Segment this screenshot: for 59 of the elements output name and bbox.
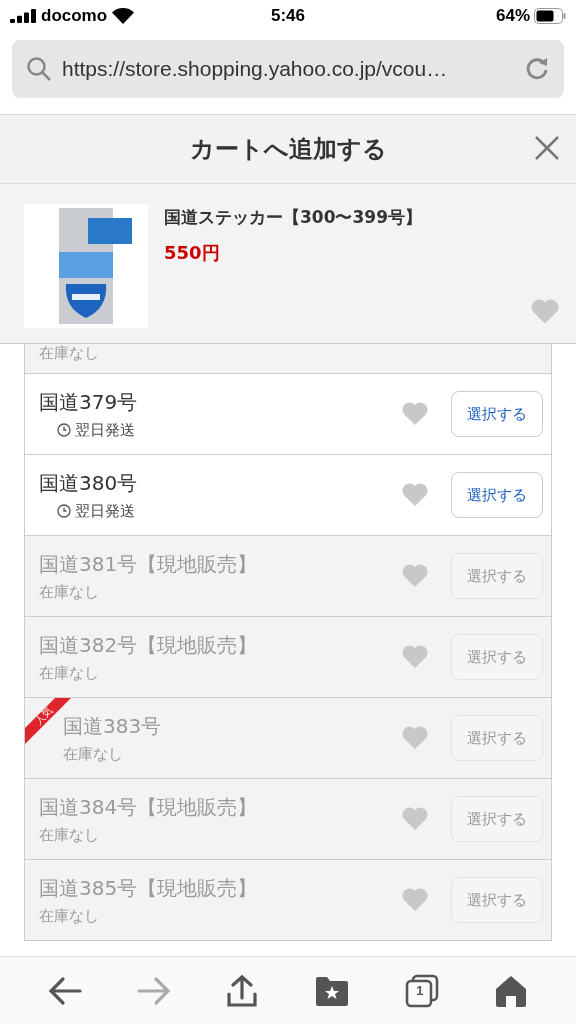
stock-status: 在庫なし	[39, 825, 100, 845]
reload-icon[interactable]	[524, 56, 550, 82]
heart-icon[interactable]	[530, 298, 560, 325]
heart-icon[interactable]	[401, 644, 429, 670]
variant-row[interactable]: 国道384号【現地販売】 在庫なし 選択する	[24, 779, 552, 860]
forward-icon	[137, 975, 171, 1006]
bookmark-folder-icon	[313, 974, 350, 1007]
variant-name: 国道384号【現地販売】	[39, 793, 259, 821]
clock-time: 5:46	[271, 6, 305, 26]
heart-icon[interactable]	[401, 806, 429, 832]
variant-row[interactable]: 国道379号 翌日発送 選択する	[24, 374, 552, 455]
back-icon	[47, 975, 82, 1006]
home-button[interactable]	[494, 973, 529, 1008]
clock-icon	[57, 504, 72, 518]
clock-icon	[57, 423, 72, 437]
url-text: https://store.shopping.yahoo.co.jp/vcou…	[62, 57, 449, 81]
share-icon	[226, 973, 259, 1008]
variant-name: 国道381号【現地販売】	[39, 550, 259, 578]
variant-name: 国道380号	[39, 469, 139, 497]
product-name: 国道ステッカー【300〜399号】	[164, 206, 422, 229]
heart-icon[interactable]	[401, 725, 429, 751]
select-button[interactable]: 選択する	[451, 472, 543, 518]
wifi-icon	[112, 8, 135, 24]
shipping-info: 翌日発送	[75, 501, 136, 521]
select-button[interactable]: 選択する	[451, 391, 543, 437]
sheet-title: カートへ追加する	[189, 134, 387, 165]
variant-row[interactable]: 人気 国道383号 在庫なし 選択する	[24, 698, 552, 779]
signal-icon	[10, 9, 36, 23]
variant-row[interactable]: 国道380号 翌日発送 選択する	[24, 455, 552, 536]
variant-name: 国道379号	[39, 388, 139, 416]
product-price: 550円	[164, 241, 221, 265]
tabs-button[interactable]: 1	[404, 973, 439, 1008]
battery-icon	[534, 8, 566, 24]
battery-percent: 64%	[495, 6, 530, 26]
heart-icon[interactable]	[401, 887, 429, 913]
stock-status: 在庫なし	[39, 582, 100, 602]
heart-icon[interactable]	[401, 401, 429, 427]
stock-status: 在庫なし	[39, 663, 100, 683]
variant-row[interactable]: 国道382号【現地販売】 在庫なし 選択する	[24, 617, 552, 698]
back-button[interactable]	[47, 975, 82, 1006]
tabs-icon	[404, 973, 439, 1008]
search-icon	[26, 56, 52, 82]
carrier-name: docomo	[41, 6, 108, 26]
heart-icon[interactable]	[401, 563, 429, 589]
stock-status: 在庫なし	[39, 344, 100, 363]
stock-status: 在庫なし	[39, 906, 100, 926]
shipping-info: 翌日発送	[75, 420, 136, 440]
variant-row[interactable]: 国道385号【現地販売】 在庫なし 選択する	[24, 860, 552, 941]
variant-name: 国道385号【現地販売】	[39, 874, 259, 902]
bookmarks-button[interactable]	[313, 974, 350, 1007]
variant-name: 国道382号【現地販売】	[39, 631, 259, 659]
address-bar[interactable]: https://store.shopping.yahoo.co.jp/vcou…	[12, 40, 564, 98]
variant-row[interactable]: 国道381号【現地販売】 在庫なし 選択する	[24, 536, 552, 617]
tab-count: 1	[415, 982, 425, 998]
home-icon	[494, 973, 529, 1008]
share-button[interactable]	[226, 973, 259, 1008]
forward-button[interactable]	[137, 975, 171, 1006]
stock-status: 在庫なし	[63, 744, 124, 764]
heart-icon[interactable]	[401, 482, 429, 508]
